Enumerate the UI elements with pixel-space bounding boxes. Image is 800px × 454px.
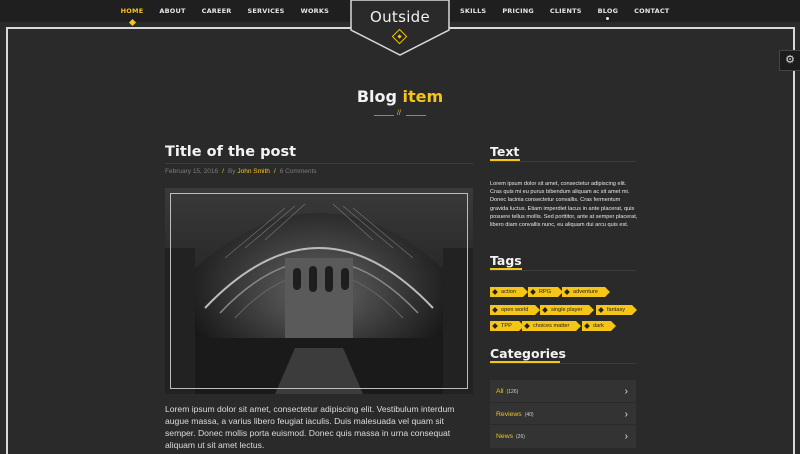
post-title-divider bbox=[165, 163, 473, 164]
tag-rpg[interactable]: RPG bbox=[528, 287, 564, 297]
page-title: Blog item bbox=[356, 87, 444, 106]
post-author-link[interactable]: John Smith bbox=[237, 168, 270, 175]
logo[interactable]: Outside bbox=[350, 0, 450, 56]
tag-open-world[interactable]: open world bbox=[490, 305, 541, 315]
sidebar-text-heading: Text bbox=[490, 144, 520, 159]
sidebar-text-body: Lorem ipsum dolor sit amet, consectetur … bbox=[490, 181, 638, 229]
nav-works[interactable]: WORKS bbox=[293, 0, 337, 22]
post-image bbox=[165, 188, 473, 394]
gear-icon: ⚙ bbox=[785, 54, 795, 66]
category-item-all[interactable]: All (126) › bbox=[490, 380, 636, 404]
chevron-right-icon: › bbox=[624, 431, 628, 442]
category-item-news[interactable]: News (26) › bbox=[490, 424, 636, 448]
settings-toggle[interactable]: ⚙ bbox=[779, 50, 800, 71]
logo-text: Outside bbox=[369, 8, 431, 26]
nav-clients[interactable]: CLIENTS bbox=[542, 0, 590, 22]
tag-single-player[interactable]: single player bbox=[540, 305, 595, 315]
post-title: Title of the post bbox=[165, 144, 297, 160]
tag-action[interactable]: action bbox=[490, 287, 528, 297]
nav-blog[interactable]: BLOG bbox=[590, 0, 627, 22]
title-separator: // bbox=[374, 110, 426, 119]
tag-choices-matter[interactable]: choices matter bbox=[522, 321, 582, 331]
sidebar-categories-heading: Categories bbox=[490, 346, 566, 361]
nav-skills[interactable]: SKILLS bbox=[452, 0, 494, 22]
nav-about[interactable]: ABOUT bbox=[151, 0, 193, 22]
nav-pricing[interactable]: PRICING bbox=[494, 0, 542, 22]
nav-left: HOME ABOUT CAREER SERVICES WORKS bbox=[113, 0, 337, 27]
tag-dark[interactable]: dark bbox=[582, 321, 616, 331]
post-date: February 15, 2016 bbox=[165, 168, 219, 175]
nav-services[interactable]: SERVICES bbox=[240, 0, 293, 22]
tag-tpp[interactable]: TPP bbox=[490, 321, 524, 331]
nav-contact[interactable]: CONTACT bbox=[626, 0, 677, 22]
tag-adventure[interactable]: adventure bbox=[562, 287, 610, 297]
tag-fantasy[interactable]: fantasy bbox=[596, 305, 638, 315]
nav-career[interactable]: CAREER bbox=[194, 0, 240, 22]
chevron-right-icon: › bbox=[624, 386, 628, 397]
current-page-dot-icon bbox=[606, 17, 610, 20]
nav-home[interactable]: HOME bbox=[113, 0, 152, 27]
category-item-reviews[interactable]: Reviews (40) › bbox=[490, 402, 636, 426]
post-meta: February 15, 2016/By John Smith/6 Commen… bbox=[165, 168, 317, 175]
post-body: Lorem ipsum dolor sit amet, consectetur … bbox=[165, 404, 455, 450]
post-comments-link[interactable]: 6 Comments bbox=[280, 168, 317, 175]
active-indicator-icon bbox=[128, 18, 136, 27]
nav-right: SKILLS PRICING CLIENTS BLOG CONTACT bbox=[452, 0, 677, 22]
sidebar-tags-heading: Tags bbox=[490, 253, 522, 268]
